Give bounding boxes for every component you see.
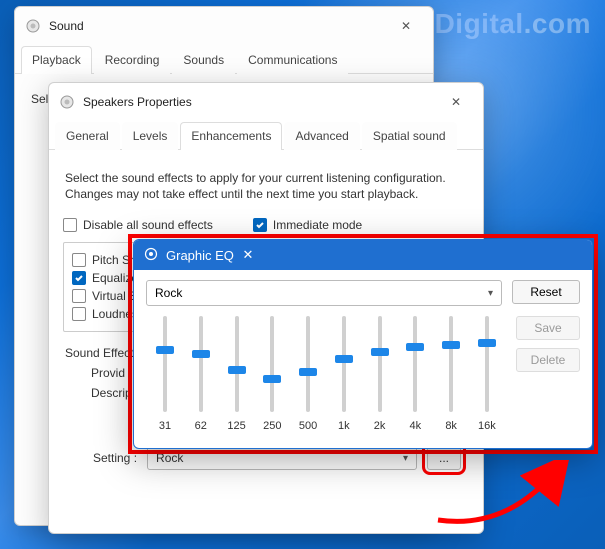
tab-levels[interactable]: Levels (122, 122, 179, 150)
eq-band-62[interactable]: 62 (186, 316, 216, 432)
slider-thumb[interactable] (299, 368, 317, 376)
enhancements-description: Select the sound effects to apply for yo… (65, 170, 467, 202)
band-frequency-label: 16k (478, 420, 496, 432)
slider-thumb[interactable] (442, 341, 460, 349)
save-button[interactable]: Save (516, 316, 580, 340)
eq-title: Graphic EQ (166, 248, 234, 263)
checkbox-icon (253, 218, 267, 232)
eq-band-2k[interactable]: 2k (365, 316, 395, 432)
eq-icon (144, 247, 158, 264)
band-frequency-label: 31 (159, 420, 171, 432)
tab-communications[interactable]: Communications (237, 46, 348, 74)
tab-playback[interactable]: Playback (21, 46, 92, 74)
chevron-down-icon: ▾ (488, 288, 493, 299)
setting-label: Setting : (93, 451, 137, 465)
eq-preset-combobox[interactable]: Rock ▾ (146, 280, 502, 306)
setting-more-button[interactable]: ... (427, 446, 461, 470)
close-icon[interactable]: ✕ (439, 91, 473, 113)
eq-band-16k[interactable]: 16k (472, 316, 502, 432)
band-frequency-label: 4k (410, 420, 422, 432)
eq-band-500[interactable]: 500 (293, 316, 323, 432)
props-tabs: General Levels Enhancements Advanced Spa… (49, 121, 483, 150)
eq-preset-value: Rock (155, 286, 182, 300)
slider-track[interactable] (485, 316, 489, 412)
setting-value: Rock (156, 451, 183, 465)
slider-thumb[interactable] (406, 343, 424, 351)
tab-sounds[interactable]: Sounds (172, 46, 235, 74)
disable-all-label: Disable all sound effects (83, 218, 213, 232)
slider-thumb[interactable] (156, 346, 174, 354)
checkbox-icon (63, 218, 77, 232)
tab-general[interactable]: General (55, 122, 120, 150)
disable-all-checkbox[interactable]: Disable all sound effects (63, 218, 213, 232)
slider-track[interactable] (163, 316, 167, 412)
eq-band-31[interactable]: 31 (150, 316, 180, 432)
slider-track[interactable] (199, 316, 203, 412)
checkbox-icon (72, 289, 86, 303)
slider-track[interactable] (413, 316, 417, 412)
eq-band-1k[interactable]: 1k (329, 316, 359, 432)
speaker-icon (25, 18, 41, 34)
tab-advanced[interactable]: Advanced (284, 122, 359, 150)
band-frequency-label: 62 (195, 420, 207, 432)
slider-track[interactable] (270, 316, 274, 412)
slider-track[interactable] (378, 316, 382, 412)
immediate-mode-checkbox[interactable]: Immediate mode (253, 218, 362, 232)
setting-combobox[interactable]: Rock ▾ (147, 446, 417, 470)
checkbox-icon (72, 253, 86, 267)
slider-thumb[interactable] (478, 339, 496, 347)
slider-track[interactable] (235, 316, 239, 412)
sound-title: Sound (49, 19, 84, 33)
eq-band-125[interactable]: 125 (222, 316, 252, 432)
slider-thumb[interactable] (335, 355, 353, 363)
reset-button[interactable]: Reset (512, 280, 580, 304)
close-icon[interactable]: ✕ (234, 245, 262, 265)
graphic-eq-window: Graphic EQ ✕ Rock ▾ Reset 31 62 125 250 500 1… (133, 239, 593, 449)
band-frequency-label: 1k (338, 420, 350, 432)
eq-sliders: 31 62 125 250 500 1k 2k 4k 8k 16k (146, 314, 506, 432)
slider-track[interactable] (342, 316, 346, 412)
chevron-down-icon: ▾ (403, 453, 408, 464)
checkbox-icon (72, 307, 86, 321)
slider-thumb[interactable] (192, 350, 210, 358)
slider-thumb[interactable] (263, 375, 281, 383)
checkbox-icon (72, 271, 86, 285)
band-frequency-label: 500 (299, 420, 317, 432)
band-frequency-label: 250 (263, 420, 281, 432)
slider-track[interactable] (306, 316, 310, 412)
delete-button[interactable]: Delete (516, 348, 580, 372)
eq-band-8k[interactable]: 8k (436, 316, 466, 432)
immediate-mode-label: Immediate mode (273, 218, 362, 232)
tab-spatial-sound[interactable]: Spatial sound (362, 122, 457, 150)
tab-enhancements[interactable]: Enhancements (180, 122, 282, 150)
speaker-icon (59, 94, 75, 110)
props-titlebar[interactable]: Speakers Properties ✕ (49, 83, 483, 121)
eq-band-250[interactable]: 250 (257, 316, 287, 432)
slider-thumb[interactable] (228, 366, 246, 374)
band-frequency-label: 8k (445, 420, 457, 432)
band-frequency-label: 2k (374, 420, 386, 432)
close-icon[interactable]: ✕ (389, 15, 423, 37)
band-frequency-label: 125 (227, 420, 245, 432)
slider-thumb[interactable] (371, 348, 389, 356)
eq-band-4k[interactable]: 4k (400, 316, 430, 432)
sound-tabs: Playback Recording Sounds Communications (15, 45, 433, 74)
props-title: Speakers Properties (83, 95, 192, 109)
eq-titlebar[interactable]: Graphic EQ ✕ (134, 240, 592, 270)
tab-recording[interactable]: Recording (94, 46, 171, 74)
slider-track[interactable] (449, 316, 453, 412)
sound-titlebar[interactable]: Sound ✕ (15, 7, 433, 45)
